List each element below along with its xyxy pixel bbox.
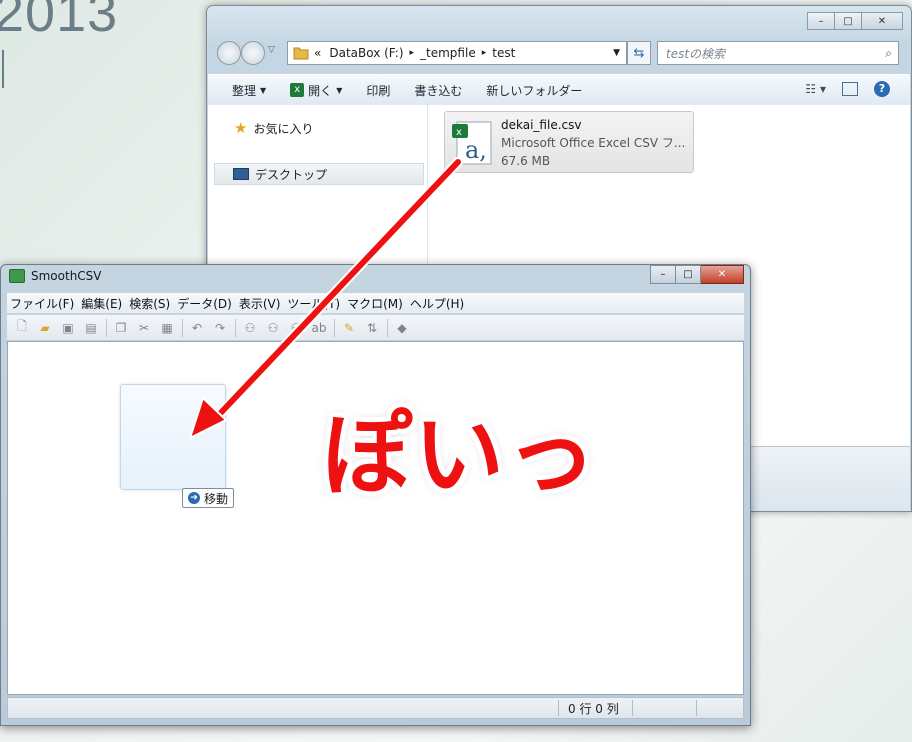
back-icon[interactable] <box>217 41 241 65</box>
breadcrumb-test[interactable]: test <box>492 46 515 60</box>
menu-search[interactable]: 検索(S) <box>126 295 173 312</box>
menu-file[interactable]: ファイル(F) <box>7 295 77 312</box>
toolbar-separator <box>387 318 388 337</box>
search-input[interactable]: testの検索 ⌕ <box>657 41 899 65</box>
help-icon[interactable]: ? <box>874 81 890 97</box>
breadcrumb-drive[interactable]: DataBox (F:) <box>329 46 403 60</box>
desktop-decoration <box>2 50 10 88</box>
replace-icon[interactable]: ab <box>310 319 328 337</box>
burn-button[interactable]: 書き込む <box>402 82 474 99</box>
breadcrumb-tempfile[interactable]: _tempfile <box>420 46 476 60</box>
drag-move-label: 移動 <box>204 491 229 506</box>
maximize-button[interactable]: □ <box>835 12 862 30</box>
address-dropdown-icon[interactable]: ▼ <box>613 48 620 58</box>
organize-button[interactable]: 整理 ▼ <box>208 82 278 99</box>
excel-icon: x <box>290 83 305 97</box>
breadcrumb-separator-icon[interactable]: ▸ <box>410 48 415 58</box>
print-button[interactable]: 印刷 <box>354 82 402 99</box>
menu-tools[interactable]: ツール(T) <box>284 295 343 312</box>
window-title: SmoothCSV <box>31 269 102 283</box>
toolbar-separator <box>334 318 335 337</box>
menu-macro[interactable]: マクロ(M) <box>344 295 406 312</box>
status-separator <box>696 700 697 716</box>
tag-icon[interactable]: ◆ <box>393 319 411 337</box>
desktop-nav-item[interactable]: デスクトップ <box>214 163 424 185</box>
preview-pane-icon[interactable] <box>842 82 858 96</box>
redo-icon[interactable]: ↷ <box>211 319 229 337</box>
minimize-button[interactable]: – <box>650 265 676 284</box>
status-bar: 0 行 0 列 <box>7 697 744 719</box>
view-options-icon[interactable]: ☷ ▾ <box>805 82 826 96</box>
dropdown-icon: ▼ <box>260 85 267 95</box>
toolbar: 🗋 ▰ ▣ ▤ ❐ ✂ ▦ ↶ ↷ ⚇ ⚇ ⚇ ab ✎ ⇅ ◆ <box>7 314 744 340</box>
desktop-year-text: 2013 <box>0 0 119 43</box>
move-arrow-icon: ➜ <box>188 492 200 504</box>
drag-move-tooltip: ➜ 移動 <box>182 488 235 508</box>
copy-icon[interactable]: ❐ <box>112 319 130 337</box>
organize-label: 整理 <box>232 83 257 98</box>
smoothcsv-titlebar: SmoothCSV <box>9 269 102 283</box>
csv-file-icon: x a, <box>452 121 492 165</box>
search-icon[interactable]: ⌕ <box>885 46 892 61</box>
star-icon: ★ <box>234 119 248 137</box>
menu-data[interactable]: データ(D) <box>174 295 235 312</box>
file-size: 67.6 MB <box>501 154 551 168</box>
undo-icon[interactable]: ↶ <box>188 319 206 337</box>
breadcrumb-separator-icon[interactable]: ▸ <box>482 48 487 58</box>
menu-help[interactable]: ヘルプ(H) <box>407 295 467 312</box>
open-button[interactable]: x 開く ▼ <box>278 82 354 99</box>
search-placeholder: testの検索 <box>666 46 726 61</box>
toolbar-separator <box>182 318 183 337</box>
menu-bar: ファイル(F) 編集(E) 検索(S) データ(D) 表示(V) ツール(T) … <box>7 293 744 313</box>
folder-icon <box>293 47 309 60</box>
file-item-dekai-csv[interactable]: x a, dekai_file.csv Microsoft Office Exc… <box>444 111 694 173</box>
favorites-item[interactable]: ★ お気に入り <box>234 119 313 137</box>
address-bar[interactable]: « DataBox (F:) ▸ _tempfile ▸ test ▼ <box>287 41 627 65</box>
explorer-window-controls: – □ ✕ <box>807 12 903 30</box>
find-next-icon[interactable]: ⚇ <box>264 319 282 337</box>
file-type: Microsoft Office Excel CSV フ... <box>501 136 686 150</box>
toolbar-separator <box>235 318 236 337</box>
dropdown-icon: ▼ <box>336 85 343 95</box>
smoothcsv-app-icon <box>9 269 25 283</box>
breadcrumb-overflow[interactable]: « <box>314 46 321 60</box>
status-separator <box>632 700 633 716</box>
find-prev-icon[interactable]: ⚇ <box>287 319 305 337</box>
maximize-button[interactable]: □ <box>676 265 701 284</box>
open-label: 開く <box>308 83 333 98</box>
status-separator <box>558 700 559 716</box>
annotation-text: ぽいっ <box>322 403 598 508</box>
close-button[interactable]: ✕ <box>701 265 744 284</box>
new-file-icon[interactable]: 🗋 <box>13 319 31 337</box>
close-button[interactable]: ✕ <box>862 12 903 30</box>
address-row: ▽ « DataBox (F:) ▸ _tempfile ▸ test ▼ ⇆ … <box>213 40 905 66</box>
svg-text:a,: a, <box>465 136 487 164</box>
recent-pages-chevron-icon[interactable]: ▽ <box>268 45 275 55</box>
toolbar-separator <box>106 318 107 337</box>
menu-view[interactable]: 表示(V) <box>236 295 284 312</box>
favorites-label: お気に入り <box>253 121 314 136</box>
edit-icon[interactable]: ✎ <box>340 319 358 337</box>
find-icon[interactable]: ⚇ <box>241 319 259 337</box>
refresh-icon[interactable]: ⇆ <box>627 41 651 65</box>
sort-icon[interactable]: ⇅ <box>363 319 381 337</box>
command-bar: 整理 ▼ x 開く ▼ 印刷 書き込む 新しいフォルダー ☷ ▾ ? <box>208 74 910 106</box>
drag-ghost-preview <box>120 384 226 490</box>
save-all-icon[interactable]: ▤ <box>82 319 100 337</box>
save-icon[interactable]: ▣ <box>59 319 77 337</box>
row-col-count: 0 行 0 列 <box>568 702 619 716</box>
cut-icon[interactable]: ✂ <box>135 319 153 337</box>
paste-icon[interactable]: ▦ <box>158 319 176 337</box>
forward-icon[interactable] <box>241 41 265 65</box>
menu-edit[interactable]: 編集(E) <box>78 295 125 312</box>
new-folder-button[interactable]: 新しいフォルダー <box>474 82 594 99</box>
minimize-button[interactable]: – <box>807 12 835 30</box>
smoothcsv-window-controls: – □ ✕ <box>650 265 744 284</box>
desktop-icon <box>233 168 249 180</box>
svg-text:x: x <box>456 127 462 138</box>
open-folder-icon[interactable]: ▰ <box>36 319 54 337</box>
desktop-label: デスクトップ <box>255 167 328 182</box>
file-name: dekai_file.csv <box>501 118 582 132</box>
